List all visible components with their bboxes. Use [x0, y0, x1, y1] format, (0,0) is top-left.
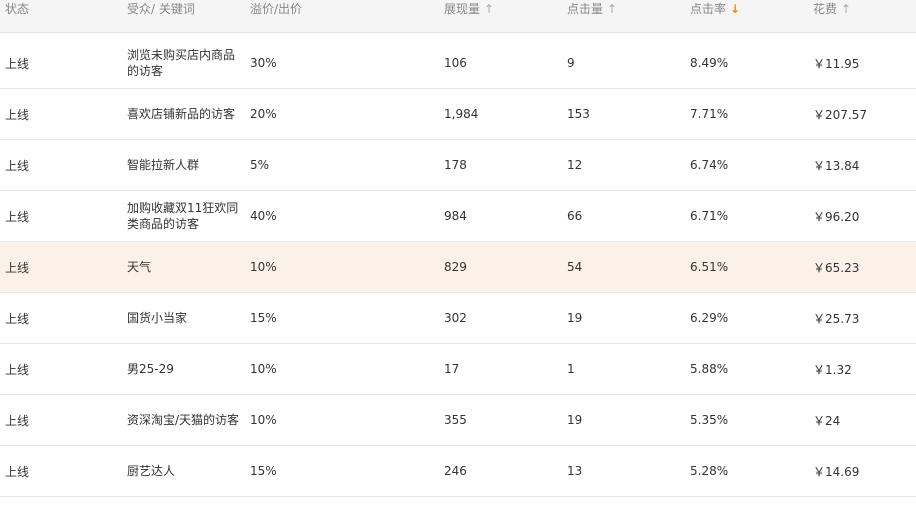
cell-cost: ￥96.20: [813, 209, 860, 224]
header-cost[interactable]: 花费 ↑: [813, 0, 851, 18]
table-body: 上线 浏览未购买店内商品的访客 30% 106 9 8.49% ￥11.95 上线 喜欢店铺新品…: [0, 38, 916, 497]
cell-bid: 5%: [250, 158, 270, 172]
table-row[interactable]: 上线 加购收藏双11狂欢同类商品的访客 40% 984 66 6.71% ￥96.20: [0, 191, 916, 242]
header-clicks-label: 点击量: [567, 2, 604, 16]
table-row[interactable]: 上线 男25-29 10% 17 1 5.88% ￥1.32: [0, 344, 916, 395]
table-row[interactable]: 上线 资深淘宝/天猫的访客 10% 355 19 5.35% ￥24: [0, 395, 916, 446]
cell-ctr: 5.88%: [690, 362, 729, 376]
sort-arrow-down-icon[interactable]: ↓: [730, 0, 740, 18]
cell-status: 上线: [5, 413, 30, 428]
data-table: 状态 受众/ 关键词 溢价/出价 展现量 ↑ 点击量 ↑ 点击率 ↓ 花费 ↑ 上线 浏览…: [0, 0, 916, 506]
cell-ctr: 6.74%: [690, 158, 729, 172]
cell-keyword: 男25-29: [127, 362, 174, 376]
header-keyword: 受众/ 关键词: [127, 2, 195, 16]
cell-clicks: 66: [567, 209, 583, 223]
header-cost-label: 花费: [813, 2, 838, 16]
cell-status: 上线: [5, 56, 30, 71]
cell-bid: 30%: [250, 56, 277, 70]
header-ctr-label: 点击率: [690, 2, 727, 16]
cell-cost: ￥14.69: [813, 464, 860, 479]
cell-status: 上线: [5, 260, 30, 275]
cell-keyword: 智能拉新人群: [127, 158, 200, 172]
cell-bid: 15%: [250, 311, 277, 325]
header-impressions[interactable]: 展现量 ↑: [444, 0, 494, 18]
cell-ctr: 5.28%: [690, 464, 729, 478]
cell-keyword: 厨艺达人: [127, 464, 176, 478]
cell-bid: 10%: [250, 413, 277, 427]
cell-ctr: 6.51%: [690, 260, 729, 274]
cell-ctr: 5.35%: [690, 413, 729, 427]
table-row[interactable]: 上线 喜欢店铺新品的访客 20% 1,984 153 7.71% ￥207.57: [0, 89, 916, 140]
table-row[interactable]: 上线 国货小当家 15% 302 19 6.29% ￥25.73: [0, 293, 916, 344]
cell-cost: ￥24: [813, 413, 841, 428]
cell-keyword: 加购收藏双11狂欢同类商品的访客: [127, 201, 239, 231]
header-ctr[interactable]: 点击率 ↓: [690, 0, 740, 18]
cell-bid: 10%: [250, 260, 277, 274]
cell-status: 上线: [5, 311, 30, 326]
cell-ctr: 6.71%: [690, 209, 729, 223]
table-row[interactable]: 上线 厨艺达人 15% 246 13 5.28% ￥14.69: [0, 446, 916, 497]
cell-keyword: 国货小当家: [127, 311, 188, 325]
cell-cost: ￥1.32: [813, 362, 852, 377]
cell-impressions: 1,984: [444, 107, 479, 121]
cell-status: 上线: [5, 158, 30, 173]
cell-impressions: 246: [444, 464, 467, 478]
cell-impressions: 829: [444, 260, 467, 274]
sort-arrow-up-icon[interactable]: ↑: [484, 0, 494, 18]
cell-bid: 15%: [250, 464, 277, 478]
table-header: 状态 受众/ 关键词 溢价/出价 展现量 ↑ 点击量 ↑ 点击率 ↓ 花费 ↑: [0, 0, 916, 33]
cell-ctr: 8.49%: [690, 56, 729, 70]
cell-clicks: 13: [567, 464, 583, 478]
cell-status: 上线: [5, 362, 30, 377]
header-bid: 溢价/出价: [250, 2, 303, 16]
cell-clicks: 19: [567, 311, 583, 325]
cell-clicks: 153: [567, 107, 590, 121]
cell-clicks: 54: [567, 260, 583, 274]
cell-impressions: 984: [444, 209, 467, 223]
cell-keyword: 天气: [127, 260, 152, 274]
cell-cost: ￥13.84: [813, 158, 860, 173]
cell-ctr: 6.29%: [690, 311, 729, 325]
header-status: 状态: [5, 2, 30, 16]
sort-arrow-up-icon[interactable]: ↑: [607, 0, 617, 18]
cell-keyword: 喜欢店铺新品的访客: [127, 107, 236, 121]
cell-impressions: 17: [444, 362, 460, 376]
cell-cost: ￥207.57: [813, 107, 867, 122]
cell-ctr: 7.71%: [690, 107, 729, 121]
header-clicks[interactable]: 点击量 ↑: [567, 0, 617, 18]
cell-impressions: 106: [444, 56, 467, 70]
cell-clicks: 9: [567, 56, 575, 70]
cell-clicks: 19: [567, 413, 583, 427]
cell-bid: 20%: [250, 107, 277, 121]
cell-status: 上线: [5, 107, 30, 122]
cell-bid: 40%: [250, 209, 277, 223]
table-row[interactable]: 上线 天气 10% 829 54 6.51% ￥65.23: [0, 242, 916, 293]
table-row[interactable]: 上线 浏览未购买店内商品的访客 30% 106 9 8.49% ￥11.95: [0, 38, 916, 89]
sort-arrow-up-icon[interactable]: ↑: [841, 0, 851, 18]
cell-keyword: 资深淘宝/天猫的访客: [127, 413, 240, 427]
cell-keyword: 浏览未购买店内商品的访客: [127, 48, 236, 78]
cell-cost: ￥65.23: [813, 260, 860, 275]
cell-status: 上线: [5, 209, 30, 224]
header-impressions-label: 展现量: [444, 2, 481, 16]
table-row[interactable]: 上线 智能拉新人群 5% 178 12 6.74% ￥13.84: [0, 140, 916, 191]
cell-status: 上线: [5, 464, 30, 479]
cell-impressions: 302: [444, 311, 467, 325]
cell-cost: ￥25.73: [813, 311, 860, 326]
cell-cost: ￥11.95: [813, 56, 860, 71]
cell-clicks: 1: [567, 362, 575, 376]
cell-clicks: 12: [567, 158, 583, 172]
cell-impressions: 355: [444, 413, 467, 427]
cell-impressions: 178: [444, 158, 467, 172]
cell-bid: 10%: [250, 362, 277, 376]
